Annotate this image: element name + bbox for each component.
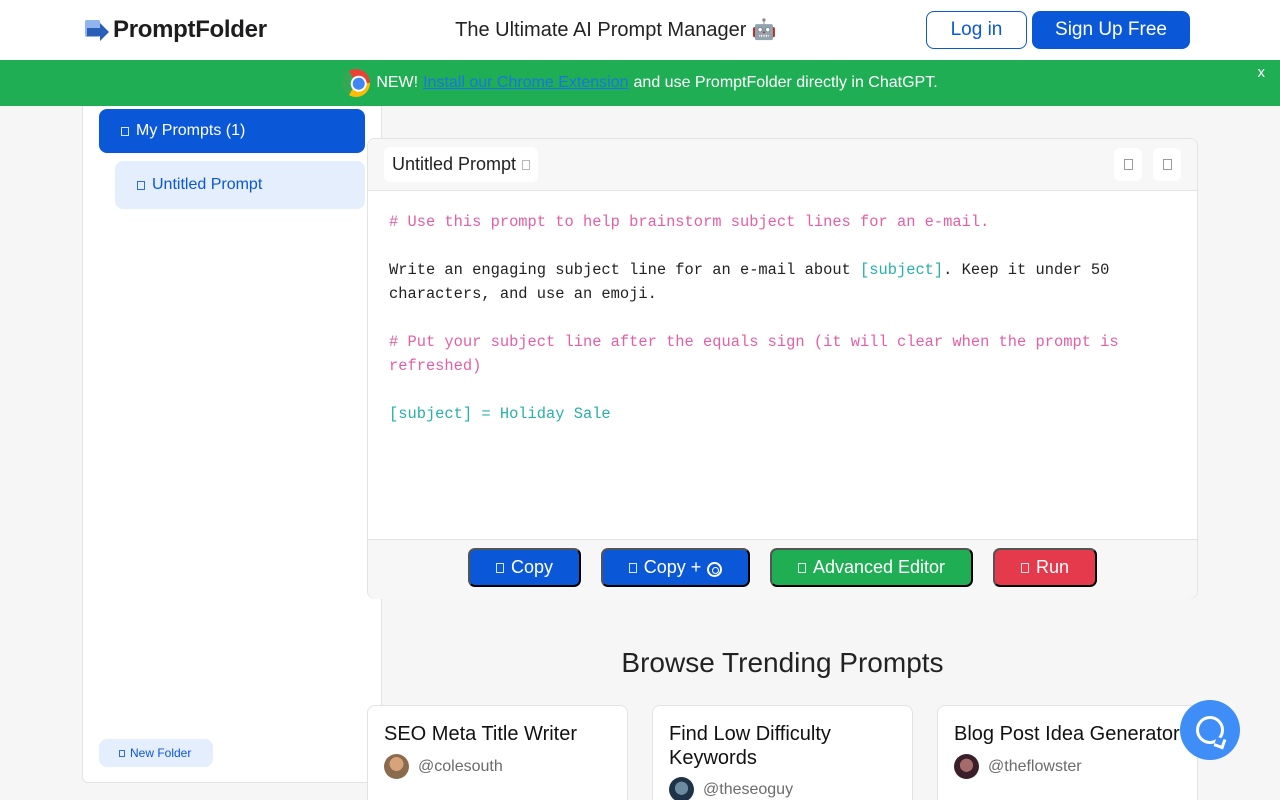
card-author[interactable]: @theseoguy bbox=[669, 777, 896, 800]
banner-close-button[interactable]: x bbox=[1258, 64, 1266, 81]
new-folder-button[interactable]: New Folder bbox=[99, 739, 213, 767]
trending-card[interactable]: Find Low Difficulty Keywords @theseoguy bbox=[652, 705, 913, 800]
prompt-title[interactable]: Untitled Prompt bbox=[384, 147, 539, 182]
copy-icon bbox=[628, 562, 637, 573]
comment-line: # Put your subject line after the equals… bbox=[389, 333, 1128, 375]
trending-card[interactable]: SEO Meta Title Writer @colesouth bbox=[367, 705, 628, 800]
signup-button[interactable]: Sign Up Free bbox=[1032, 11, 1190, 49]
author-handle: @theflowster bbox=[988, 757, 1082, 775]
prompt-icon bbox=[137, 180, 145, 190]
prompt-text-area[interactable]: # Use this prompt to help brainstorm sub… bbox=[389, 210, 1179, 426]
copy-to-chatgpt-button[interactable]: Copy + bbox=[601, 548, 750, 587]
copy-icon bbox=[495, 562, 504, 573]
avatar bbox=[669, 777, 694, 800]
help-chat-icon bbox=[1196, 716, 1224, 744]
card-author[interactable]: @colesouth bbox=[384, 754, 611, 779]
banner-prefix: NEW! bbox=[376, 74, 419, 91]
advanced-icon bbox=[797, 562, 806, 573]
avatar bbox=[384, 754, 409, 779]
delete-button[interactable] bbox=[1153, 148, 1181, 181]
edit-icon bbox=[522, 159, 531, 170]
comment-line: # Use this prompt to help brainstorm sub… bbox=[389, 213, 990, 231]
new-folder-label: New Folder bbox=[130, 746, 192, 760]
delete-icon bbox=[1162, 159, 1172, 170]
chatgpt-icon bbox=[707, 562, 723, 577]
banner-suffix: and use PromptFolder directly in ChatGPT… bbox=[633, 74, 938, 91]
folder-my-prompts[interactable]: My Prompts (1) bbox=[99, 109, 365, 153]
card-title: Blog Post Idea Generator bbox=[954, 723, 1180, 745]
editor-header: Untitled Prompt bbox=[368, 139, 1197, 191]
card-title: Find Low Difficulty Keywords bbox=[669, 723, 831, 769]
help-chat-button[interactable] bbox=[1180, 700, 1240, 760]
run-icon bbox=[1020, 562, 1029, 573]
share-icon bbox=[1123, 159, 1133, 170]
card-title: SEO Meta Title Writer bbox=[384, 723, 578, 745]
advanced-label: Advanced Editor bbox=[812, 557, 946, 577]
run-button[interactable]: Run bbox=[993, 548, 1097, 587]
folder-plus-icon bbox=[119, 749, 125, 757]
author-handle: @theseoguy bbox=[703, 780, 794, 798]
trending-heading: Browse Trending Prompts bbox=[621, 647, 944, 678]
editor-actions: Copy Copy + Advanced Editor Run bbox=[368, 539, 1197, 599]
prompt-title-text: Untitled Prompt bbox=[392, 154, 517, 174]
avatar bbox=[954, 754, 979, 779]
variable-token: [subject] bbox=[860, 261, 944, 279]
folder-icon bbox=[121, 126, 129, 136]
run-label: Run bbox=[1035, 557, 1070, 577]
login-button[interactable]: Log in bbox=[926, 11, 1027, 49]
card-author[interactable]: @theflowster bbox=[954, 754, 1181, 779]
sidebar-item-untitled-prompt[interactable]: Untitled Prompt bbox=[115, 161, 365, 209]
top-header: PromptFolder The Ultimate AI Prompt Mana… bbox=[0, 0, 1280, 60]
sidebar-item-label: Untitled Prompt bbox=[152, 176, 263, 193]
install-extension-link[interactable]: Install our Chrome Extension bbox=[423, 74, 628, 92]
folder-label: My Prompts (1) bbox=[136, 122, 246, 139]
prompt-editor: Untitled Prompt # Use this prompt to hel… bbox=[367, 138, 1198, 599]
copy-label: Copy bbox=[510, 557, 554, 577]
prompt-body-pre: Write an engaging subject line for an e-… bbox=[389, 261, 861, 279]
extension-banner: NEW! Install our Chrome Extension and us… bbox=[0, 60, 1280, 106]
copy-plus-label: Copy + bbox=[643, 557, 702, 577]
trending-card[interactable]: Blog Post Idea Generator @theflowster bbox=[937, 705, 1198, 800]
advanced-editor-button[interactable]: Advanced Editor bbox=[770, 548, 973, 587]
author-handle: @colesouth bbox=[418, 757, 503, 775]
variable-assignment: [subject] = Holiday Sale bbox=[389, 405, 611, 423]
chrome-icon bbox=[337, 63, 376, 103]
sidebar: My Prompts (1) Untitled Prompt New Folde… bbox=[82, 106, 382, 783]
copy-button[interactable]: Copy bbox=[468, 548, 581, 587]
share-button[interactable] bbox=[1114, 148, 1142, 181]
